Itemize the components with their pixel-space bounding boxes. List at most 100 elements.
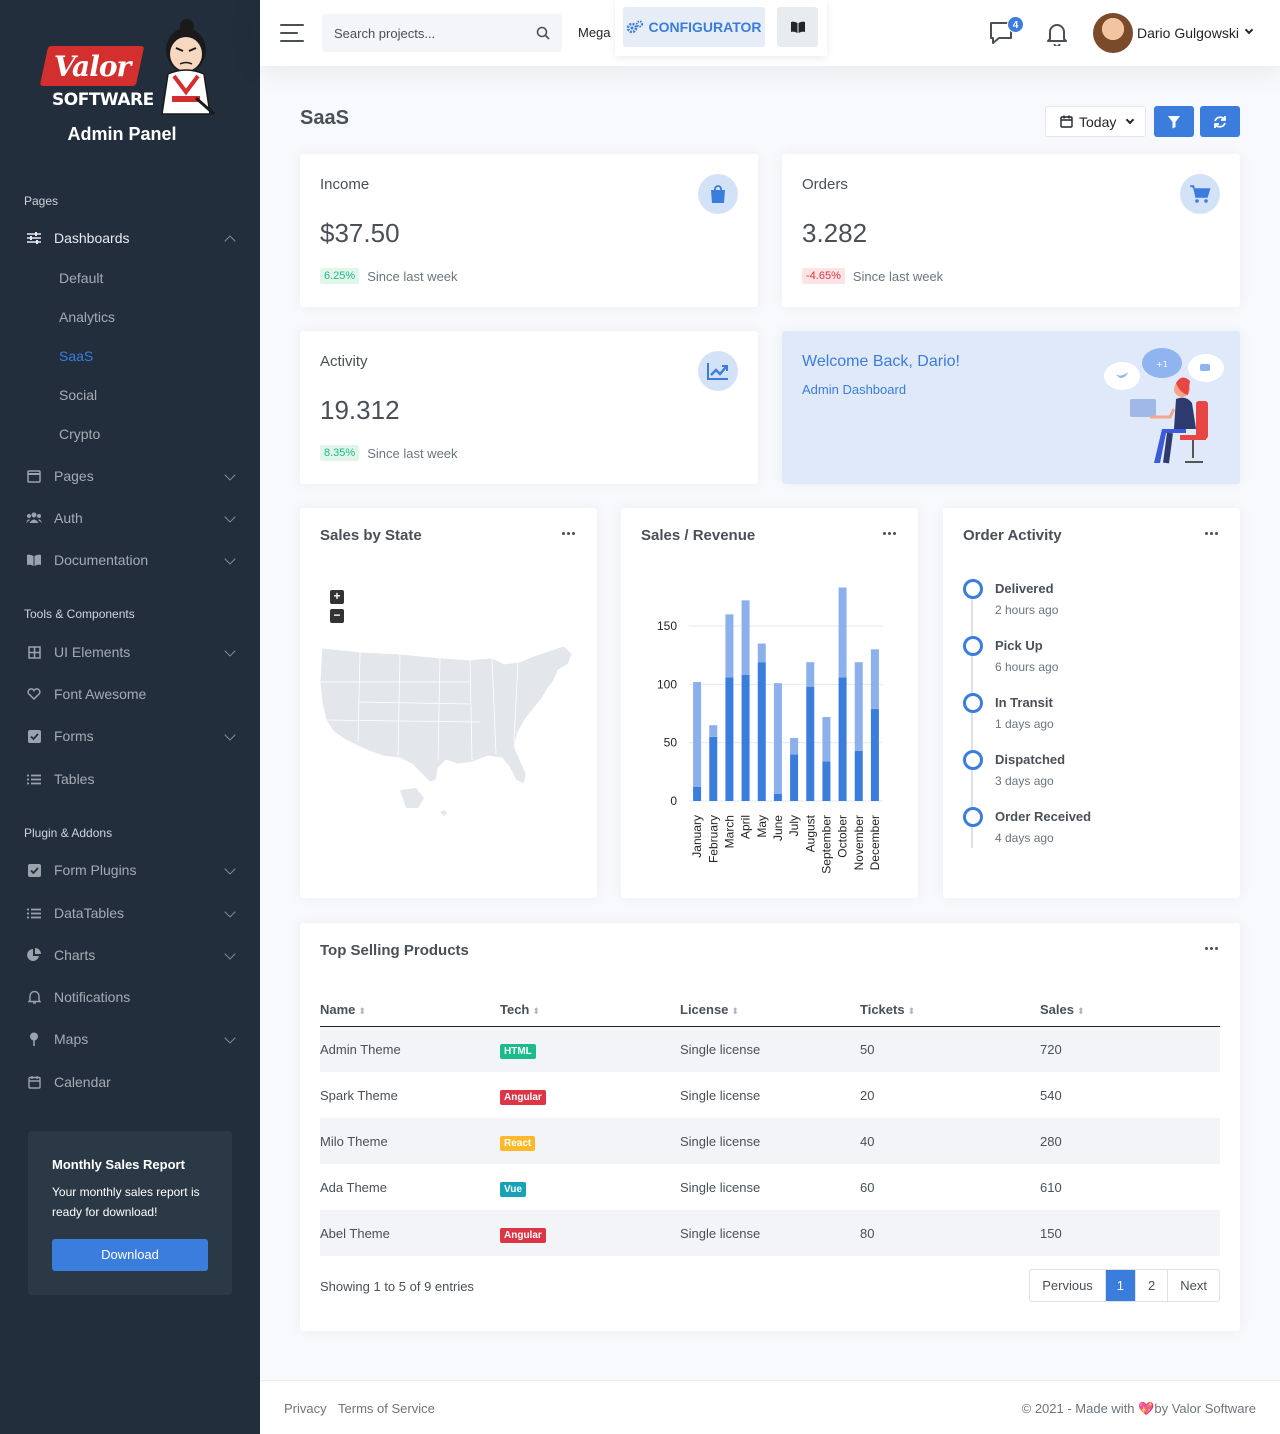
bar-series-2-november[interactable]	[854, 662, 863, 751]
x-tick-label: April	[739, 815, 753, 839]
chevron-down-icon	[224, 1032, 236, 1044]
more-options-icon[interactable]	[1205, 532, 1218, 535]
bar-series-1-july[interactable]	[790, 754, 799, 801]
pagination-page-1[interactable]: 1	[1105, 1270, 1137, 1301]
mega-menu-link[interactable]: Mega	[578, 25, 611, 40]
grid-icon	[26, 644, 42, 660]
column-header-license[interactable]: License ⬍	[680, 993, 860, 1027]
zoom-out-button[interactable]: −	[330, 609, 344, 623]
table-row[interactable]: Spark Theme Angular Single license 20 540	[320, 1072, 1220, 1118]
bar-series-2-july[interactable]	[790, 738, 799, 755]
refresh-button[interactable]	[1200, 106, 1240, 137]
privacy-link[interactable]: Privacy	[284, 1401, 327, 1416]
bar-series-1-april[interactable]	[741, 675, 750, 801]
sort-icon: ⬍	[731, 1005, 739, 1016]
configurator-button[interactable]: CONFIGURATOR	[623, 7, 765, 47]
cogs-icon	[627, 20, 644, 34]
download-button[interactable]: Download	[52, 1239, 208, 1271]
us-map[interactable]	[320, 642, 578, 822]
bar-series-1-june[interactable]	[773, 794, 782, 801]
bar-series-1-may[interactable]	[757, 662, 766, 801]
pagination-page-2[interactable]: 2	[1136, 1270, 1169, 1301]
sidebar-item-datatables[interactable]: DataTables	[0, 894, 260, 932]
change-badge: 6.25%	[320, 268, 360, 284]
bar-series-1-december[interactable]	[870, 708, 879, 801]
bar-series-1-august[interactable]	[806, 686, 815, 801]
zoom-in-button[interactable]: +	[330, 590, 344, 604]
user-name[interactable]: Dario Gulgowski	[1137, 25, 1239, 41]
pagination-next[interactable]: Next	[1168, 1270, 1219, 1301]
change-badge: -4.65%	[802, 268, 845, 284]
x-tick-label: January	[690, 815, 704, 858]
more-options-icon[interactable]	[1205, 947, 1218, 950]
nav-section-pages: Pages	[24, 194, 59, 208]
bar-series-1-september[interactable]	[822, 761, 831, 801]
chevron-down-icon[interactable]	[1244, 25, 1254, 35]
chevron-down-icon	[224, 469, 236, 481]
sidebar-subitem-social[interactable]: Social	[59, 387, 97, 403]
sidebar-item-dashboards[interactable]: Dashboards	[0, 219, 260, 257]
brand[interactable]: Valor SOFTWARE Admin Panel	[0, 0, 260, 160]
bar-series-1-february[interactable]	[709, 736, 718, 801]
calendar-icon	[26, 1074, 42, 1090]
pagination-prev[interactable]: Pervious	[1030, 1270, 1106, 1301]
trend-up-icon	[698, 351, 738, 391]
bar-series-2-december[interactable]	[870, 649, 879, 709]
sidebar-item-ui-elements[interactable]: UI Elements	[0, 633, 260, 671]
bar-series-2-january[interactable]	[693, 682, 702, 787]
column-header-tech[interactable]: Tech ⬍	[500, 993, 680, 1027]
sidebar-subitem-default[interactable]: Default	[59, 270, 103, 286]
bar-series-1-january[interactable]	[693, 787, 702, 801]
bar-series-2-april[interactable]	[741, 600, 750, 675]
sidebar-item-font-awesome[interactable]: Font Awesome	[0, 675, 260, 713]
bar-series-2-may[interactable]	[757, 643, 766, 663]
more-options-icon[interactable]	[562, 532, 575, 535]
sort-icon: ⬍	[907, 1005, 916, 1016]
sidebar-subitem-crypto[interactable]: Crypto	[59, 426, 100, 442]
sidebar-item-pages[interactable]: Pages	[0, 457, 260, 495]
welcome-illustration: +1	[1104, 348, 1224, 464]
bar-series-2-march[interactable]	[725, 614, 734, 678]
sidebar-item-documentation[interactable]: Documentation	[0, 541, 260, 579]
terms-link[interactable]: Terms of Service	[338, 1401, 435, 1416]
bar-series-1-march[interactable]	[725, 677, 734, 801]
sidebar-subitem-analytics[interactable]: Analytics	[59, 309, 115, 325]
sidebar-item-notifications[interactable]: Notifications	[0, 978, 260, 1016]
bar-series-2-september[interactable]	[822, 717, 831, 762]
chevron-down-icon	[224, 948, 236, 960]
table-row[interactable]: Ada Theme Vue Single license 60 610	[320, 1164, 1220, 1210]
bar-series-2-october[interactable]	[838, 587, 847, 678]
avatar[interactable]	[1093, 13, 1133, 53]
column-header-tickets[interactable]: Tickets ⬍	[860, 993, 1040, 1027]
orders-card: Orders 3.282 -4.65% Since last week	[782, 154, 1240, 307]
card-title: Order Activity	[963, 527, 1062, 544]
book-open-icon	[790, 21, 805, 33]
sidebar-item-form-plugins[interactable]: Form Plugins	[0, 851, 260, 889]
bell-icon[interactable]	[1046, 22, 1068, 46]
bar-series-2-august[interactable]	[806, 662, 815, 687]
table-row[interactable]: Milo Theme React Single license 40 280	[320, 1118, 1220, 1164]
docs-button[interactable]	[777, 7, 818, 47]
bar-series-1-october[interactable]	[838, 677, 847, 801]
sidebar-toggle-icon[interactable]	[280, 24, 304, 48]
filter-button[interactable]	[1154, 106, 1194, 137]
column-header-name[interactable]: Name ⬍	[320, 993, 500, 1027]
column-header-sales[interactable]: Sales ⬍	[1040, 993, 1220, 1027]
bar-series-2-june[interactable]	[773, 683, 782, 794]
bar-series-2-february[interactable]	[709, 725, 718, 737]
search-input[interactable]	[322, 14, 522, 52]
search-icon[interactable]	[536, 26, 550, 40]
sidebar-item-maps[interactable]: Maps	[0, 1020, 260, 1058]
sidebar-item-forms[interactable]: Forms	[0, 717, 260, 755]
timeline-title: Order Received	[995, 809, 1092, 824]
bar-series-1-november[interactable]	[854, 750, 863, 801]
sidebar-item-tables[interactable]: Tables	[0, 760, 260, 798]
check-square-icon	[26, 862, 42, 878]
sidebar-item-auth[interactable]: Auth	[0, 499, 260, 537]
sidebar-item-calendar[interactable]: Calendar	[0, 1063, 260, 1101]
table-row[interactable]: Abel Theme Angular Single license 80 150	[320, 1210, 1220, 1256]
sidebar-item-charts[interactable]: Charts	[0, 936, 260, 974]
table-row[interactable]: Admin Theme HTML Single license 50 720	[320, 1026, 1220, 1072]
sidebar-subitem-saas[interactable]: SaaS	[59, 348, 93, 364]
date-filter-dropdown[interactable]: Today	[1045, 106, 1146, 137]
